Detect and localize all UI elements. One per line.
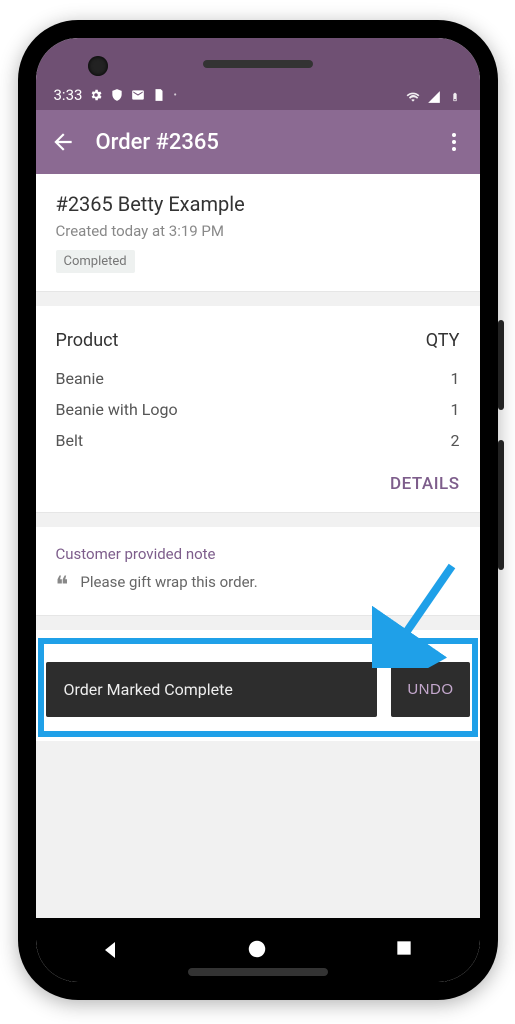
- product-qty: 1: [451, 400, 460, 419]
- product-qty: 1: [451, 369, 460, 388]
- note-body: Please gift wrap this order.: [80, 573, 257, 591]
- product-row: Belt 2: [56, 425, 460, 456]
- back-button[interactable]: [50, 129, 76, 155]
- side-button-2: [498, 440, 504, 570]
- nav-home-icon[interactable]: [246, 938, 270, 962]
- snackbar-message: Order Marked Complete: [46, 662, 378, 717]
- status-badge: Completed: [56, 250, 135, 273]
- order-title: #2365 Betty Example: [56, 192, 460, 216]
- content-area: #2365 Betty Example Created today at 3:1…: [36, 174, 480, 918]
- product-row: Beanie 1: [56, 363, 460, 394]
- status-time: 3:33: [54, 86, 83, 104]
- note-card: Customer provided note ❝ Please gift wra…: [36, 527, 480, 616]
- products-header-product: Product: [56, 330, 119, 351]
- undo-button[interactable]: UNDO: [391, 662, 469, 717]
- note-header: Customer provided note: [56, 545, 460, 563]
- product-name: Belt: [56, 431, 84, 450]
- product-name: Beanie: [56, 369, 104, 388]
- settings-icon: [89, 88, 103, 102]
- status-dot: •: [173, 90, 176, 101]
- products-header-qty: QTY: [426, 330, 460, 351]
- order-created: Created today at 3:19 PM: [56, 222, 460, 240]
- side-button-1: [498, 320, 504, 410]
- battery-icon: [448, 90, 462, 104]
- camera-dot: [88, 56, 108, 76]
- product-row: Beanie with Logo 1: [56, 394, 460, 425]
- app-bar: Order #2365: [36, 110, 480, 174]
- product-name: Beanie with Logo: [56, 400, 178, 419]
- nav-recent-icon[interactable]: [394, 938, 418, 962]
- page-title: Order #2365: [96, 130, 422, 155]
- details-button[interactable]: DETAILS: [390, 474, 460, 494]
- speaker-slot: [203, 60, 313, 68]
- shield-icon: [110, 88, 124, 102]
- products-card: Product QTY Beanie 1 Beanie with Logo 1 …: [36, 306, 480, 513]
- speaker-slot-bottom: [188, 968, 328, 976]
- document-icon: [152, 88, 166, 102]
- signal-icon: [427, 90, 441, 104]
- quote-icon: ❝: [56, 573, 69, 597]
- order-summary-card: #2365 Betty Example Created today at 3:1…: [36, 174, 480, 292]
- phone-frame: 3:33 •: [18, 20, 498, 1000]
- nav-back-icon[interactable]: [98, 938, 122, 962]
- overflow-menu-icon[interactable]: [442, 130, 466, 154]
- mail-icon: [131, 88, 145, 102]
- wifi-icon: [406, 90, 420, 104]
- snackbar-zone: Order Marked Complete UNDO: [36, 630, 480, 741]
- product-qty: 2: [451, 431, 460, 450]
